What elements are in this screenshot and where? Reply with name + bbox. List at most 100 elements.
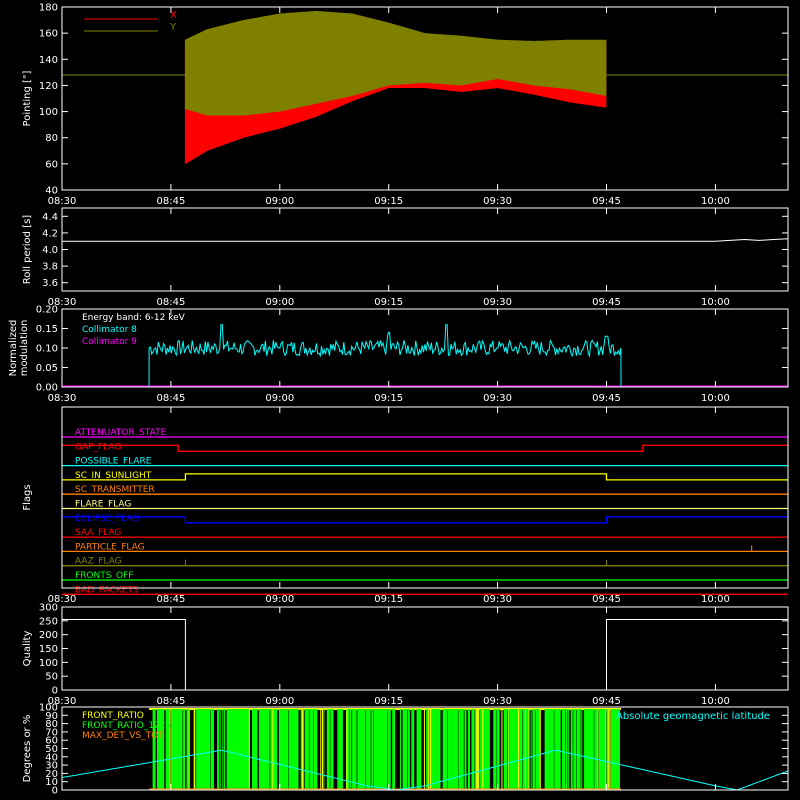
front-ratio-1225-bar	[585, 709, 588, 790]
front-ratio-1225-bar	[505, 709, 508, 790]
y-axis-label: Pointing ["]	[22, 70, 33, 126]
front-ratio-1225-bar	[435, 709, 437, 790]
x-tick-label: 09:15	[374, 393, 403, 404]
y-axis-label: Roll period [s]	[22, 215, 33, 284]
y-tick-label: 140	[39, 55, 58, 66]
y-tick-label: 4.2	[42, 228, 58, 239]
flag-label: ECLIPSE_FLAG	[75, 514, 139, 524]
front-ratio-1225-bar	[224, 709, 226, 790]
front-ratio-1225-bar	[276, 709, 278, 790]
front-ratio-1225-bar	[177, 709, 179, 790]
legend-label-x: X	[170, 10, 177, 21]
front-ratio-1225-bar	[286, 709, 288, 790]
y-axis-label: Flags	[22, 484, 33, 510]
quality-line	[62, 619, 788, 691]
x-tick-label: 09:45	[592, 297, 621, 308]
front-ratio-1225-bar	[573, 709, 577, 790]
front-ratio-1225-bar	[204, 709, 206, 790]
front-ratio-1225-bar	[568, 709, 570, 790]
y-tick-label: 0	[52, 686, 58, 697]
front-ratio-1225-bar	[458, 709, 461, 790]
front-ratio-1225-bar	[591, 709, 593, 790]
front-ratio-1225-bar	[547, 709, 551, 790]
legend-label-collimator: Collimator 9	[82, 337, 137, 347]
x-tick-label: 09:00	[265, 594, 294, 605]
latitude-annotation: Absolute geomagnetic latitude	[616, 711, 770, 722]
x-tick-label: 09:15	[374, 297, 403, 308]
front-ratio-1225-bar	[227, 709, 230, 790]
x-tick-label: 09:30	[483, 696, 512, 707]
front-ratio-1225-bar	[583, 709, 585, 790]
front-ratio-1225-bar	[557, 709, 561, 790]
x-tick-label: 09:30	[483, 393, 512, 404]
energy-band-annotation: Energy band: 6-12 keV	[82, 313, 186, 323]
front-ratio-1225-bar	[611, 709, 614, 790]
y-tick-label: 3.8	[42, 262, 58, 273]
front-ratio-1225-bar	[323, 709, 325, 790]
flags-panel: ATTENUATOR_STATE GAP_FLAG POSSIBLE_FLARE SC…	[22, 406, 789, 605]
front-ratio-1225-bar	[234, 709, 236, 790]
flag-label: PARTICLE_FLAG	[75, 542, 145, 552]
front-ratio-1225-bar	[488, 709, 490, 790]
front-ratio-1225-bar	[307, 709, 309, 790]
x-tick-label: 10:00	[701, 696, 730, 707]
y-tick-label: 0.05	[36, 363, 58, 374]
x-tick-label: 08:45	[156, 594, 185, 605]
front-ratio-1225-bar	[381, 709, 385, 790]
front-ratio-1225-bar	[494, 709, 497, 790]
flags-frame	[61, 406, 789, 589]
flag-label: SAA_FLAG	[75, 528, 121, 538]
y-axis-label: Quality	[22, 631, 33, 667]
front-ratio-1225-bar	[219, 709, 221, 790]
front-ratio-1225-bar	[594, 709, 598, 790]
front-ratio-1225-bar	[554, 709, 556, 790]
flag-label: BAD_PACKETS	[75, 585, 139, 595]
legend-label-y: Y	[169, 22, 177, 33]
front-ratio-1225-bar	[222, 709, 224, 790]
x-tick-label: 09:45	[592, 196, 621, 207]
front-ratio-1225-bar	[519, 709, 523, 790]
front-ratio-1225-bar	[337, 709, 339, 790]
roll-panel: 08:30 08:45 09:00 09:15 09:30 09:45 10:003.63.…	[22, 207, 789, 308]
flag-label: SC_IN_SUNLIGHT	[75, 471, 152, 481]
x-tick-label: 09:00	[265, 393, 294, 404]
front-ratio-1225-bar	[467, 709, 470, 790]
front-ratio-1225-bar	[309, 709, 311, 790]
front-ratio-1225-bar	[295, 709, 299, 790]
flag-label: FLARE_FLAG	[75, 500, 131, 510]
front-ratio-1225-bar	[353, 709, 356, 790]
front-ratio-1225-bar	[456, 709, 458, 790]
front-ratio-1225-bar	[206, 709, 208, 790]
x-tick-label: 09:45	[592, 594, 621, 605]
flag-label: FRONTS_OFF	[75, 571, 133, 581]
front-ratio-1225-bar	[339, 709, 343, 790]
front-ratio-1225-bar	[312, 709, 314, 790]
front-ratio-1225-bar	[497, 709, 500, 790]
front-ratio-1225-bar	[387, 709, 389, 790]
front-ratio-1225-bar	[232, 709, 234, 790]
pointing-panel: 08:30 08:45 09:00 09:15 09:30 09:45 10:00 40 60 8…	[22, 3, 789, 207]
x-tick-label: 09:45	[592, 393, 621, 404]
front-ratio-1225-bar	[366, 709, 368, 790]
front-ratio-1225-bar	[483, 709, 486, 790]
front-ratio-1225-bar	[359, 709, 362, 790]
x-tick-label: 10:00	[701, 393, 730, 404]
x-tick-label: 08:45	[156, 393, 185, 404]
front-ratio-1225-bar	[210, 709, 214, 790]
y-tick-label: 300	[39, 603, 58, 614]
y-axis-label-line: modulation	[19, 320, 30, 377]
front-ratio-1225-bar	[379, 709, 381, 790]
flag-line-eclipse-flag	[62, 516, 788, 524]
chart-stage: 08:30 08:45 09:00 09:15 09:30 09:45 10:00 40 60 8…	[8, 3, 789, 797]
x-tick-label: 09:30	[483, 594, 512, 605]
front-ratio-1225-bar	[352, 709, 354, 790]
legend-label-collimator: Collimator 8	[82, 325, 137, 335]
y-tick-label: 80	[45, 133, 58, 144]
front-ratio-1225-bar	[530, 709, 532, 790]
x-tick-label: 08:45	[156, 297, 185, 308]
front-ratio-1225-bar	[290, 709, 292, 790]
x-tick-label: 10:00	[701, 196, 730, 207]
ratios-panel: 0102030405060708090100Degrees or % FRONT_…	[22, 703, 789, 797]
front-ratio-1225-bar	[405, 709, 408, 790]
flag-line-sc-in-sunlight	[62, 473, 788, 481]
